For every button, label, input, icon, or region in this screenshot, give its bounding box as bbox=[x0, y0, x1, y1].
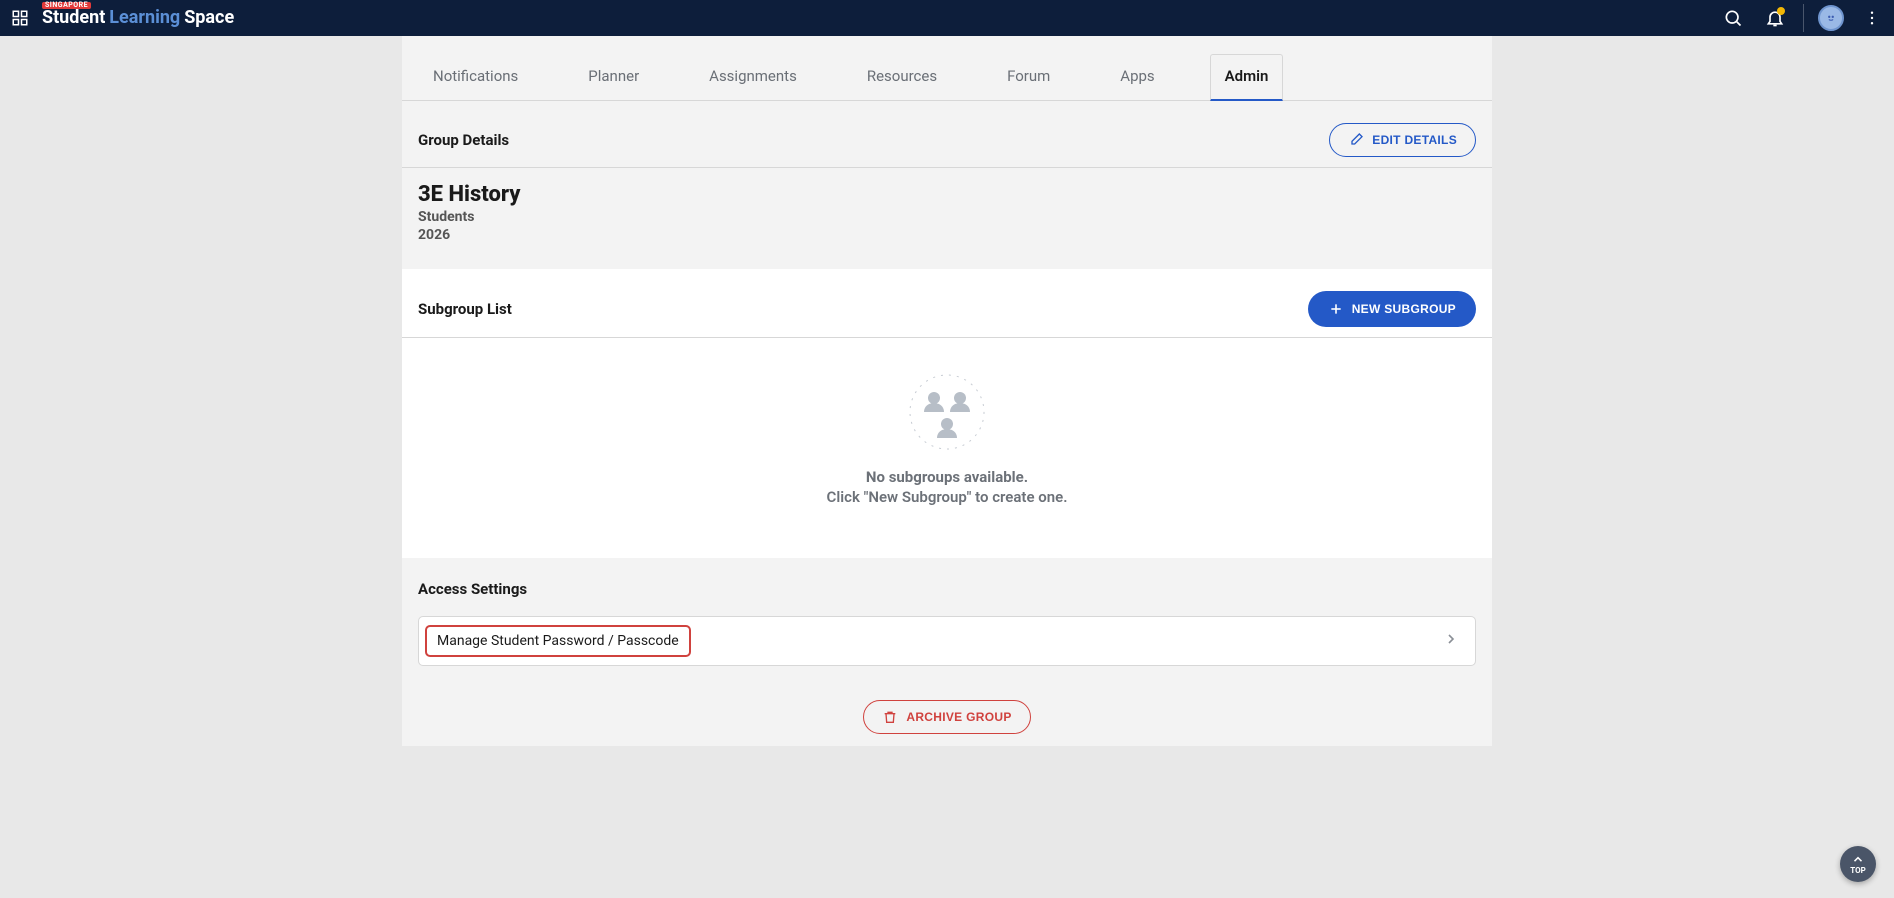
empty-line-2: Click "New Subgroup" to create one. bbox=[827, 488, 1068, 506]
subgroup-empty-state: No subgroups available. Click "New Subgr… bbox=[402, 338, 1492, 554]
edit-details-label: EDIT DETAILS bbox=[1372, 133, 1457, 147]
manage-password-label: Manage Student Password / Passcode bbox=[437, 633, 679, 649]
tab-bar: Notifications Planner Assignments Resour… bbox=[402, 54, 1492, 101]
group-details-panel: Group Details EDIT DETAILS 3E History St… bbox=[402, 101, 1492, 269]
group-year: 2026 bbox=[418, 227, 1476, 243]
tab-forum[interactable]: Forum bbox=[992, 54, 1065, 101]
avatar[interactable] bbox=[1818, 5, 1844, 31]
brand-word-1: Student bbox=[42, 9, 105, 27]
group-details-header: Group Details EDIT DETAILS bbox=[402, 101, 1492, 168]
new-subgroup-label: NEW SUBGROUP bbox=[1352, 302, 1456, 316]
group-details-body: 3E History Students 2026 bbox=[402, 168, 1492, 265]
brand-tag: SINGAPORE bbox=[42, 2, 91, 9]
notifications-icon[interactable] bbox=[1761, 4, 1789, 32]
archive-group-button[interactable]: ARCHIVE GROUP bbox=[863, 700, 1030, 734]
trash-icon bbox=[882, 709, 898, 725]
people-group-icon bbox=[909, 370, 985, 450]
pencil-icon bbox=[1348, 132, 1364, 148]
brand-logo[interactable]: SINGAPORE Student Learning Space bbox=[42, 9, 234, 27]
topbar-left: SINGAPORE Student Learning Space bbox=[6, 4, 234, 32]
group-details-title: Group Details bbox=[418, 131, 509, 149]
back-to-top-button[interactable]: TOP bbox=[1840, 846, 1876, 882]
tab-admin[interactable]: Admin bbox=[1210, 54, 1284, 101]
tabs-wrap: Notifications Planner Assignments Resour… bbox=[402, 36, 1492, 101]
subgroup-title: Subgroup List bbox=[418, 300, 512, 318]
tab-notifications[interactable]: Notifications bbox=[418, 54, 533, 101]
tab-planner[interactable]: Planner bbox=[573, 54, 654, 101]
subgroup-panel: Subgroup List NEW SUBGROUP bbox=[402, 269, 1492, 558]
tab-apps[interactable]: Apps bbox=[1105, 54, 1169, 101]
plus-icon bbox=[1328, 301, 1344, 317]
kebab-menu-icon[interactable] bbox=[1858, 4, 1886, 32]
access-header: Access Settings bbox=[402, 558, 1492, 608]
app-grid-icon[interactable] bbox=[6, 4, 34, 32]
archive-group-label: ARCHIVE GROUP bbox=[906, 710, 1011, 724]
new-subgroup-button[interactable]: NEW SUBGROUP bbox=[1308, 291, 1476, 327]
tab-assignments[interactable]: Assignments bbox=[694, 54, 812, 101]
back-to-top-label: TOP bbox=[1850, 866, 1866, 875]
chevron-right-icon bbox=[1443, 631, 1459, 651]
empty-line-1: No subgroups available. bbox=[866, 468, 1028, 486]
search-icon[interactable] bbox=[1719, 4, 1747, 32]
group-name: 3E History bbox=[418, 182, 1476, 207]
tab-resources[interactable]: Resources bbox=[852, 54, 952, 101]
manage-password-highlight: Manage Student Password / Passcode bbox=[425, 625, 691, 657]
access-panel: Access Settings Manage Student Password … bbox=[402, 558, 1492, 746]
archive-wrap: ARCHIVE GROUP bbox=[402, 666, 1492, 746]
topbar-right bbox=[1719, 4, 1886, 32]
notification-dot-icon bbox=[1777, 7, 1785, 15]
access-title: Access Settings bbox=[418, 580, 527, 598]
manage-password-row[interactable]: Manage Student Password / Passcode bbox=[418, 616, 1476, 666]
edit-details-button[interactable]: EDIT DETAILS bbox=[1329, 123, 1476, 157]
subgroup-header: Subgroup List NEW SUBGROUP bbox=[402, 269, 1492, 338]
group-subtitle: Students bbox=[418, 209, 1476, 225]
divider bbox=[1803, 4, 1804, 32]
topbar: SINGAPORE Student Learning Space bbox=[0, 0, 1894, 36]
page-container: Notifications Planner Assignments Resour… bbox=[402, 36, 1492, 746]
brand-word-3: Space bbox=[184, 9, 234, 27]
brand-word-2: Learning bbox=[109, 9, 180, 27]
